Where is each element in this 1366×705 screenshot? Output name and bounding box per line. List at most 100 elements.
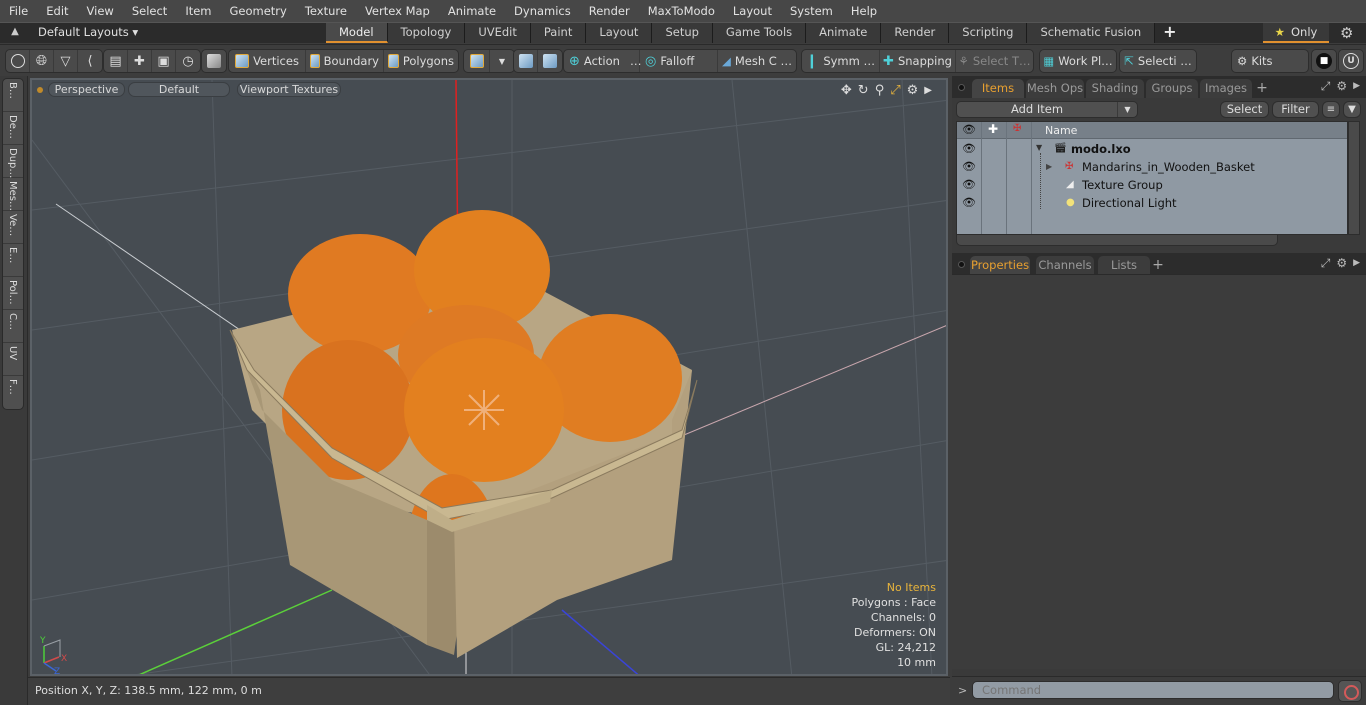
- visibility-header-icon[interactable]: 👁︎: [962, 123, 976, 136]
- visibility-eye-icon[interactable]: 👁︎: [962, 178, 976, 191]
- expand-triangle-icon[interactable]: ▶: [1046, 162, 1052, 171]
- menu-file[interactable]: File: [0, 0, 37, 22]
- menu-dynamics[interactable]: Dynamics: [505, 0, 580, 22]
- menu-view[interactable]: View: [78, 0, 123, 22]
- menu-vertex-map[interactable]: Vertex Map: [356, 0, 439, 22]
- left-tab-deform[interactable]: De…: [3, 112, 23, 145]
- unwrap-tool-button[interactable]: ✚: [128, 50, 152, 72]
- only-button[interactable]: ★ Only: [1263, 23, 1329, 43]
- tab-scripting[interactable]: Scripting: [949, 23, 1028, 43]
- filter-button[interactable]: Filter: [1272, 101, 1319, 118]
- add-tab-button[interactable]: +: [1155, 23, 1184, 43]
- viewport-textures-button[interactable]: Viewport Textures: [237, 82, 341, 97]
- render-kit-button[interactable]: ■: [1312, 50, 1336, 72]
- polygons-mode-button[interactable]: Polygons: [384, 50, 458, 72]
- action-center-button[interactable]: ⊕ Action…: [564, 50, 641, 72]
- visibility-eye-icon[interactable]: 👁︎: [962, 196, 976, 209]
- unreal-button[interactable]: U: [1339, 50, 1363, 72]
- tab-layout[interactable]: Layout: [586, 23, 653, 43]
- project-tool-button[interactable]: ▣: [152, 50, 176, 72]
- orbit-icon[interactable]: ↻: [858, 83, 869, 99]
- name-column-header[interactable]: Name: [1045, 124, 1077, 137]
- world-transform-button[interactable]: [514, 50, 538, 72]
- tab-setup[interactable]: Setup: [652, 23, 713, 43]
- menu-help[interactable]: Help: [842, 0, 886, 22]
- boundary-mode-button[interactable]: Boundary: [306, 50, 384, 72]
- tab-animate[interactable]: Animate: [806, 23, 882, 43]
- panel-menu-dot[interactable]: [958, 84, 965, 91]
- circle-tool-button[interactable]: [6, 50, 30, 72]
- panel-gear-icon[interactable]: ⚙: [1336, 256, 1347, 271]
- menu-system[interactable]: System: [781, 0, 842, 22]
- expand-right-icon[interactable]: ▶: [924, 83, 932, 99]
- select-button[interactable]: Select: [1220, 101, 1269, 118]
- menu-maxtomodo[interactable]: MaxToModo: [639, 0, 724, 22]
- panel-arrow-icon[interactable]: ▶: [1353, 79, 1360, 94]
- rotate-tool-button[interactable]: ◷: [176, 50, 200, 72]
- material-mode-button[interactable]: [464, 50, 490, 72]
- left-tab-polygon[interactable]: Pol…: [3, 277, 23, 310]
- left-tab-basic[interactable]: B…: [3, 79, 23, 112]
- selection-sets-button[interactable]: ⇱ Selecti …: [1120, 50, 1196, 72]
- tab-game-tools[interactable]: Game Tools: [712, 23, 807, 43]
- shading-mode-button[interactable]: Default: [128, 82, 230, 97]
- tab-paint[interactable]: Paint: [530, 23, 587, 43]
- tab-mesh-ops[interactable]: Mesh Ops: [1026, 79, 1084, 98]
- record-macro-button[interactable]: [1338, 680, 1362, 702]
- axis-header-icon[interactable]: ✠: [1013, 123, 1021, 134]
- default-layouts-dropdown[interactable]: Default Layouts ▾: [38, 25, 138, 39]
- mandarins-basket-model[interactable]: [229, 210, 698, 658]
- tab-lists[interactable]: Lists: [1098, 256, 1150, 275]
- tab-topology[interactable]: Topology: [387, 23, 466, 43]
- item-list-vertical-scrollbar[interactable]: [1348, 121, 1360, 235]
- tab-schematic-fusion[interactable]: Schematic Fusion: [1027, 23, 1156, 43]
- item-row-light[interactable]: 👁︎ ● Directional Light: [957, 194, 1349, 212]
- gear-icon[interactable]: ⚙: [1340, 24, 1353, 42]
- add-item-dropdown[interactable]: Add Item ▼: [956, 101, 1138, 118]
- item-list-horizontal-scrollbar[interactable]: [956, 234, 1278, 246]
- maximize-icon[interactable]: ⤢: [890, 83, 900, 99]
- zoom-icon[interactable]: ⚲: [875, 83, 885, 99]
- menu-item[interactable]: Item: [176, 0, 220, 22]
- pan-icon[interactable]: ✥: [841, 83, 852, 99]
- align-tool-button[interactable]: ▤: [104, 50, 128, 72]
- falloff-button[interactable]: ◎ Falloff: [640, 50, 718, 72]
- mesh-constraint-button[interactable]: ◢ Mesh C …: [718, 50, 796, 72]
- tab-groups[interactable]: Groups: [1146, 79, 1198, 98]
- tab-render[interactable]: Render: [881, 23, 950, 43]
- command-input[interactable]: [972, 681, 1334, 699]
- kits-button[interactable]: ⚙ Kits: [1232, 50, 1308, 72]
- menu-edit[interactable]: Edit: [37, 0, 77, 22]
- local-transform-button[interactable]: [538, 50, 562, 72]
- collapse-triangle-icon[interactable]: ▼: [1036, 143, 1042, 152]
- left-tab-fusion[interactable]: F…: [3, 376, 23, 409]
- panel-menu-dot[interactable]: [958, 261, 965, 268]
- menu-animate[interactable]: Animate: [439, 0, 505, 22]
- 3d-viewport[interactable]: Y X Z Perspective Default Viewport Textu…: [30, 78, 948, 676]
- viewport-gear-icon[interactable]: ⚙: [907, 83, 919, 99]
- item-row-mesh[interactable]: 👁︎ ▶ ✠ Mandarins_in_Wooden_Basket: [957, 158, 1349, 176]
- item-row-scene[interactable]: 👁︎ ▼ 🎬︎ modo.lxo: [957, 140, 1349, 158]
- left-tab-vertex[interactable]: Ve…: [3, 211, 23, 244]
- view-mode-button[interactable]: Perspective: [48, 82, 125, 97]
- left-tab-uv[interactable]: UV: [3, 343, 23, 376]
- tab-channels[interactable]: Channels: [1036, 256, 1094, 275]
- material-mode-dropdown[interactable]: ▼: [490, 50, 514, 72]
- tab-shading[interactable]: Shading: [1086, 79, 1144, 98]
- visibility-eye-icon[interactable]: 👁︎: [962, 160, 976, 173]
- expand-panel-icon[interactable]: ⤢: [1321, 256, 1331, 271]
- menu-texture[interactable]: Texture: [296, 0, 356, 22]
- menu-geometry[interactable]: Geometry: [221, 0, 296, 22]
- lock-header-icon[interactable]: ✚: [988, 122, 998, 136]
- tab-images[interactable]: Images: [1200, 79, 1252, 98]
- left-tab-duplicate[interactable]: Dup…: [3, 145, 23, 178]
- visibility-eye-icon[interactable]: 👁︎: [962, 142, 976, 155]
- menu-render[interactable]: Render: [580, 0, 639, 22]
- list-options-icon[interactable]: ≡: [1322, 101, 1340, 118]
- left-tab-mesh-edit[interactable]: Mes…: [3, 178, 23, 211]
- snapping-button[interactable]: ✚ Snapping: [880, 50, 956, 72]
- sphere-tool-button[interactable]: 🌐︎: [30, 50, 54, 72]
- expand-panel-icon[interactable]: ⤢: [1321, 79, 1331, 94]
- item-mode-button[interactable]: [202, 50, 226, 72]
- tab-items[interactable]: Items: [972, 79, 1024, 98]
